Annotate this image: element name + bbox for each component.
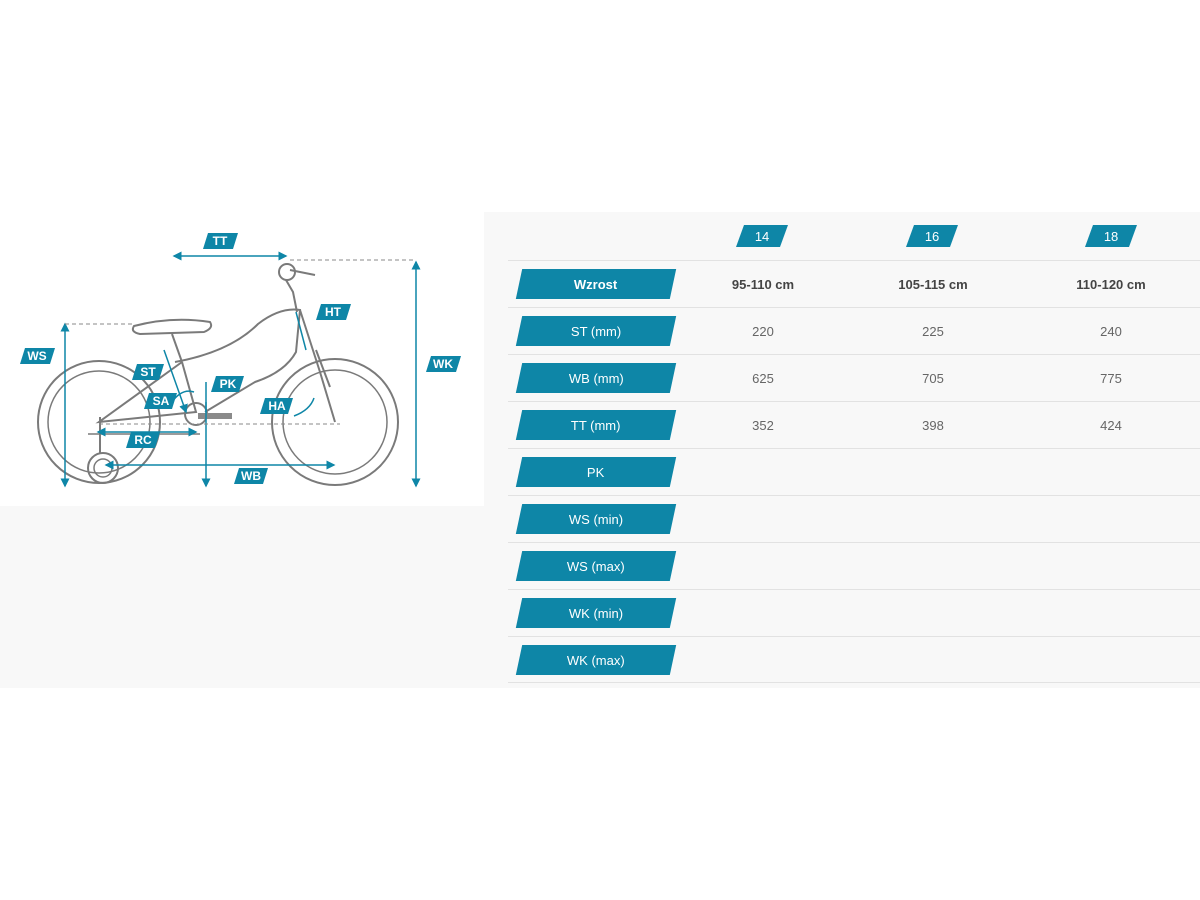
table-cell: 625: [752, 370, 774, 386]
table-cell: 110-120 cm: [1076, 276, 1146, 292]
label-rc-text: RC: [134, 433, 152, 447]
table-row: TT (mm) 352 398 424: [508, 401, 1200, 448]
size-tag-16: 16: [905, 225, 959, 247]
table-cell: [1046, 449, 1176, 495]
table-cell: [868, 590, 998, 636]
size-tag-label: 16: [924, 228, 940, 244]
row-label-text: Wzrost: [574, 276, 618, 292]
table-row: ST (mm) 220 225 240: [508, 307, 1200, 354]
table-cell: 220: [752, 323, 774, 339]
label-ha-text: HA: [268, 399, 286, 413]
size-header-row: 14 16 18: [508, 212, 1200, 260]
row-label: WS (max): [515, 551, 677, 581]
row-label: Wzrost: [515, 269, 677, 299]
label-sa-text: SA: [153, 394, 170, 408]
table-cell: [868, 637, 998, 683]
label-st: ST: [132, 364, 164, 380]
table-cell: [698, 637, 828, 683]
label-ws: WS: [20, 348, 55, 364]
table-cell: [1046, 543, 1176, 589]
table-body: Wzrost 95-110 cm 105-115 cm 110-120 cm ST (m…: [508, 260, 1200, 683]
row-label: WB (mm): [515, 363, 677, 393]
table-cell: 105-115 cm: [898, 276, 968, 292]
table-cell: 225: [922, 323, 944, 339]
table-cell: [1046, 496, 1176, 542]
table-cell: [868, 449, 998, 495]
size-tag-label: 14: [754, 228, 770, 244]
label-tt-text: TT: [213, 234, 228, 248]
dashed-guides: [65, 259, 416, 425]
label-ha: HA: [260, 398, 293, 414]
row-label: WK (min): [515, 598, 677, 628]
table-row: WK (max): [508, 636, 1200, 683]
row-label: PK: [515, 457, 677, 487]
row-label-text: WS (max): [567, 558, 625, 574]
label-ws-text: WS: [27, 349, 46, 363]
table-cell: 398: [922, 417, 944, 433]
table-cell: [698, 590, 828, 636]
row-label: WS (min): [515, 504, 677, 534]
row-label-text: WK (max): [567, 652, 625, 668]
bike-geometry-svg: TT HT WS WK ST PK SA HA RC WB: [20, 233, 461, 488]
table-row: PK: [508, 448, 1200, 495]
label-wk-text: WK: [433, 357, 453, 371]
table-row: Wzrost 95-110 cm 105-115 cm 110-120 cm: [508, 260, 1200, 307]
size-tag-18: 18: [1084, 225, 1138, 247]
row-label-text: PK: [587, 464, 605, 480]
size-tag-14: 14: [735, 225, 789, 247]
table-cell: [1046, 637, 1176, 683]
label-pk: PK: [211, 376, 244, 392]
table-row: WB (mm) 625 705 775: [508, 354, 1200, 401]
label-wk: WK: [426, 356, 461, 372]
label-wb-text: WB: [241, 469, 261, 483]
table-cell: [1046, 590, 1176, 636]
table-cell: [698, 496, 828, 542]
row-label: TT (mm): [515, 410, 677, 440]
table-cell: [868, 543, 998, 589]
table-cell: 95-110 cm: [731, 276, 795, 292]
row-label-text: WB (mm): [568, 370, 624, 386]
label-st-text: ST: [140, 365, 156, 379]
table-cell: 775: [1100, 370, 1122, 386]
dimension-lines: [60, 251, 421, 488]
bike-geometry-diagram: TT HT WS WK ST PK SA HA RC WB: [0, 212, 484, 506]
row-label: WK (max): [515, 645, 677, 675]
table-cell: [868, 496, 998, 542]
label-tt: TT: [203, 233, 238, 249]
label-ht-text: HT: [325, 305, 342, 319]
size-tag-label: 18: [1103, 228, 1119, 244]
label-rc: RC: [126, 432, 160, 448]
table-cell: 424: [1100, 417, 1122, 433]
table-cell: 240: [1100, 323, 1122, 339]
label-pk-text: PK: [220, 377, 237, 391]
size-table: 14 16 18 Wzrost 95-110 cm 105-115 cm 110-12…: [484, 212, 1200, 688]
row-label-text: TT (mm): [571, 417, 621, 433]
row-label: ST (mm): [515, 316, 677, 346]
table-cell: 705: [922, 370, 944, 386]
table-row: WS (max): [508, 542, 1200, 589]
row-label-text: ST (mm): [570, 323, 622, 339]
table-row: WS (min): [508, 495, 1200, 542]
row-label-text: WK (min): [568, 605, 624, 621]
table-cell: [698, 449, 828, 495]
label-wb: WB: [234, 468, 268, 484]
row-label-text: WS (min): [568, 511, 624, 527]
table-row: WK (min): [508, 589, 1200, 636]
table-cell: 352: [752, 417, 774, 433]
label-sa: SA: [144, 393, 177, 409]
label-ht: HT: [316, 304, 351, 320]
table-cell: [698, 543, 828, 589]
bike-illustration: [37, 263, 399, 486]
